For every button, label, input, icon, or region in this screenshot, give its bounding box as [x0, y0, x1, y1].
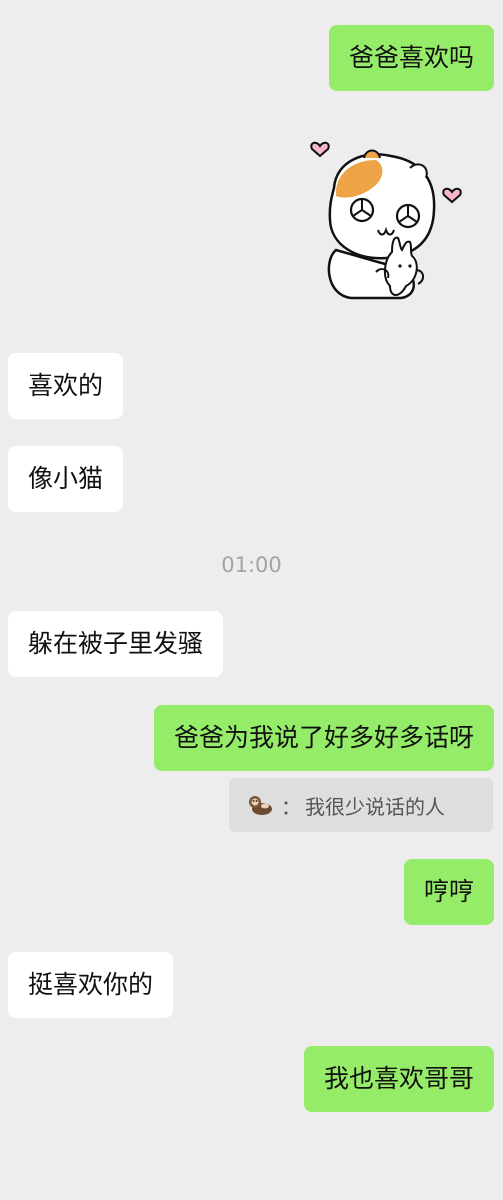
- message-text: 像小猫: [28, 464, 104, 493]
- outgoing-message-bubble[interactable]: 爸爸为我说了好多好多话呀: [153, 705, 494, 771]
- incoming-message-bubble[interactable]: 喜欢的: [8, 353, 124, 419]
- heart-icon: [442, 187, 462, 204]
- message-text: 哼哼: [423, 877, 474, 906]
- incoming-message-bubble[interactable]: 躲在被子里发骚: [8, 611, 224, 677]
- incoming-message-bubble[interactable]: 像小猫: [8, 446, 124, 512]
- timestamp-label: 01:00: [221, 553, 282, 577]
- message-text: 挺喜欢你的: [28, 970, 154, 999]
- quote-text: 我很少说话的人: [305, 794, 445, 819]
- outgoing-message-bubble[interactable]: 爸爸喜欢吗: [328, 25, 494, 91]
- outgoing-message-bubble[interactable]: 我也喜欢哥哥: [303, 1046, 494, 1112]
- otter-emoji-icon: [249, 796, 272, 815]
- quote-separator: ：: [281, 794, 301, 819]
- hamster-sticker-icon[interactable]: [306, 130, 476, 310]
- quoted-reply[interactable]: ： 我很少说话的人: [229, 778, 493, 832]
- outgoing-message-bubble[interactable]: 哼哼: [403, 859, 494, 925]
- message-text: 我也喜欢哥哥: [323, 1064, 474, 1093]
- message-text: 爸爸为我说了好多好多话呀: [173, 723, 474, 752]
- heart-icon: [310, 141, 330, 158]
- message-text: 爸爸喜欢吗: [348, 43, 474, 72]
- message-text: 躲在被子里发骚: [28, 629, 204, 658]
- incoming-message-bubble[interactable]: 挺喜欢你的: [8, 952, 174, 1018]
- message-text: 喜欢的: [28, 371, 104, 400]
